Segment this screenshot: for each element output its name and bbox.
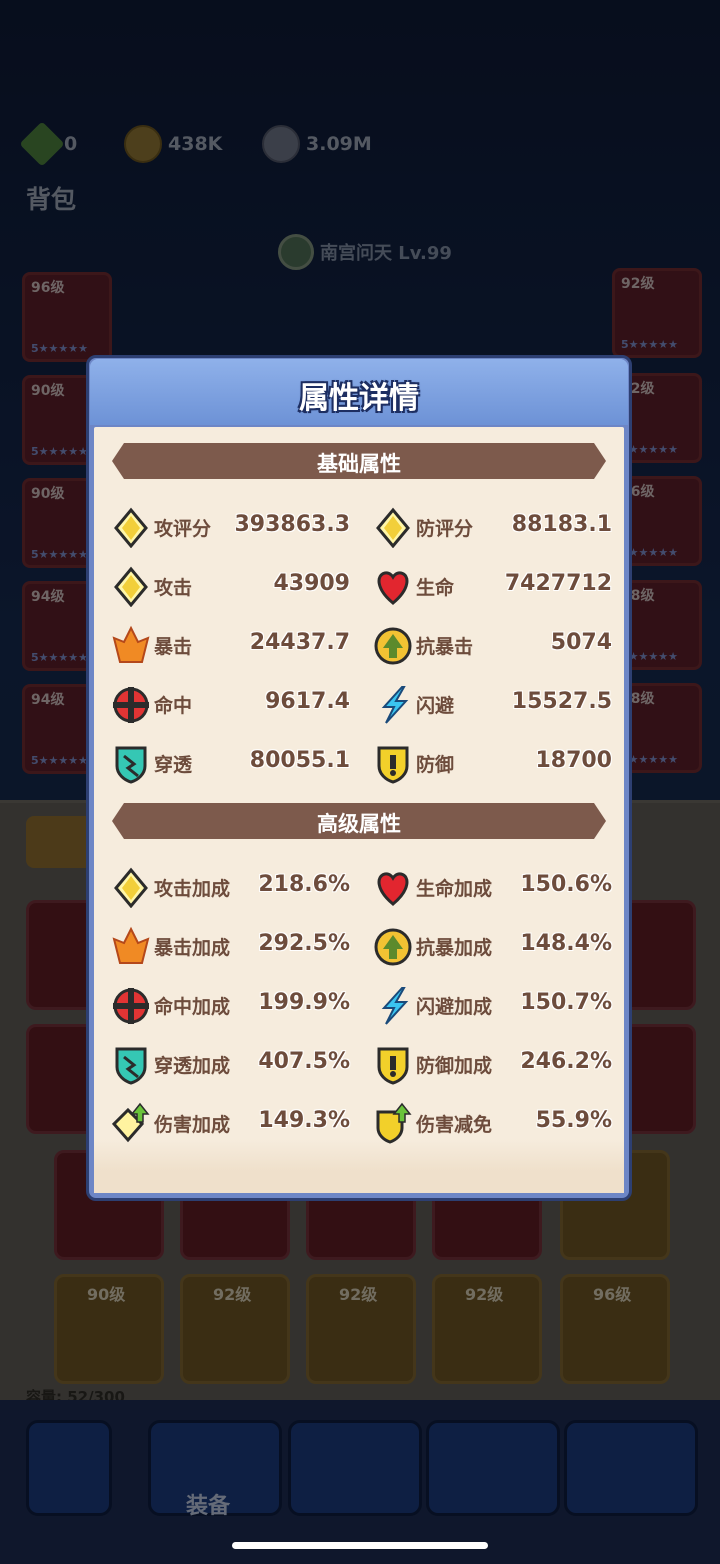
stat-value: 5074 <box>550 630 612 655</box>
stat-value: 148.4% <box>520 931 612 956</box>
crit-icon <box>110 624 152 666</box>
ground-decoration <box>94 1139 624 1193</box>
attack-icon <box>110 565 152 608</box>
stat-value: 7427712 <box>504 571 612 596</box>
stat-name: 攻评分 <box>154 518 212 540</box>
defense-icon <box>372 1043 414 1085</box>
stat-row: 防御 18700 <box>372 740 612 786</box>
stat-name: 暴击 <box>154 636 193 658</box>
stat-value: 149.3% <box>258 1108 350 1133</box>
stat-row: 伤害减免 55.9% <box>372 1100 612 1146</box>
stat-row: 攻击 43909 <box>110 563 350 609</box>
heart-life-icon <box>372 565 414 607</box>
stat-value: 88183.1 <box>511 512 612 537</box>
stat-row: 命中加成 199.9% <box>110 982 350 1028</box>
defense-icon <box>372 742 414 784</box>
stat-name: 闪避加成 <box>416 996 493 1018</box>
stat-row: 伤害加成 149.3% <box>110 1100 350 1146</box>
stat-value: 43909 <box>273 571 350 596</box>
stat-row: 闪避加成 150.7% <box>372 982 612 1028</box>
stat-value: 18700 <box>535 748 612 773</box>
advanced-attr-header: 高级属性 <box>317 812 401 836</box>
stat-name: 攻击加成 <box>154 878 231 900</box>
attack-icon <box>110 866 152 909</box>
stat-name: 抗暴加成 <box>416 937 493 959</box>
stat-value: 9617.4 <box>265 689 350 714</box>
stat-name: 命中 <box>154 695 193 717</box>
stat-value: 393863.3 <box>234 512 350 537</box>
stat-name: 伤害减免 <box>416 1114 493 1136</box>
stat-name: 防御加成 <box>416 1055 493 1077</box>
stat-row: 穿透 80055.1 <box>110 740 350 786</box>
stat-value: 407.5% <box>258 1049 350 1074</box>
basic-attr-header: 基础属性 <box>317 452 401 476</box>
stat-row: 命中 9617.4 <box>110 681 350 727</box>
dodge-icon <box>372 683 414 725</box>
anti-crit-icon <box>372 925 414 967</box>
stat-name: 穿透 <box>154 754 193 776</box>
stat-name: 防评分 <box>416 518 474 540</box>
stat-row: 暴击 24437.7 <box>110 622 350 668</box>
stat-row: 抗暴加成 148.4% <box>372 923 612 969</box>
stat-name: 生命 <box>416 577 455 599</box>
stat-name: 抗暴击 <box>416 636 474 658</box>
dialog-header: 属性详情 <box>90 359 628 425</box>
stat-row: 暴击加成 292.5% <box>110 923 350 969</box>
home-indicator <box>232 1542 488 1549</box>
stat-row: 攻评分 393863.3 <box>110 504 350 550</box>
stat-row: 抗暴击 5074 <box>372 622 612 668</box>
attribute-dialog: 属性详情 基础属性 高级属性 攻评分 393863.3 防评分 88183.1 攻击 43… <box>86 355 632 1201</box>
dialog-title: 属性详情 <box>299 381 419 416</box>
stat-value: 292.5% <box>258 931 350 956</box>
basic-attr-ribbon: 基础属性 <box>112 443 606 479</box>
anti-crit-icon <box>372 624 414 666</box>
stat-row: 生命 7427712 <box>372 563 612 609</box>
damage-bonus-icon <box>110 1102 152 1144</box>
pierce-icon <box>110 1043 152 1085</box>
stat-row: 闪避 15527.5 <box>372 681 612 727</box>
hit-icon <box>110 984 152 1026</box>
stat-row: 防御加成 246.2% <box>372 1041 612 1087</box>
hit-icon <box>110 683 152 725</box>
stat-row: 防评分 88183.1 <box>372 504 612 550</box>
stat-name: 命中加成 <box>154 996 231 1018</box>
stat-name: 攻击 <box>154 577 193 599</box>
stat-name: 闪避 <box>416 695 455 717</box>
pierce-icon <box>110 742 152 784</box>
stat-name: 防御 <box>416 754 455 776</box>
stat-value: 150.6% <box>520 872 612 897</box>
stat-name: 暴击加成 <box>154 937 231 959</box>
stat-value: 24437.7 <box>249 630 350 655</box>
damage-reduction-icon <box>372 1102 414 1144</box>
heart-life-icon <box>372 866 414 908</box>
stat-row: 生命加成 150.6% <box>372 864 612 910</box>
attack-rating-icon <box>110 506 152 549</box>
crit-icon <box>110 925 152 967</box>
stat-value: 150.7% <box>520 990 612 1015</box>
stat-name: 生命加成 <box>416 878 493 900</box>
stat-row: 穿透加成 407.5% <box>110 1041 350 1087</box>
stat-value: 246.2% <box>520 1049 612 1074</box>
advanced-attr-ribbon: 高级属性 <box>112 803 606 839</box>
stat-value: 80055.1 <box>249 748 350 773</box>
dodge-icon <box>372 984 414 1026</box>
defense-rating-icon <box>372 506 414 549</box>
stat-value: 199.9% <box>258 990 350 1015</box>
stat-name: 伤害加成 <box>154 1114 231 1136</box>
stat-value: 218.6% <box>258 872 350 897</box>
stat-value: 55.9% <box>535 1108 612 1133</box>
stat-row: 攻击加成 218.6% <box>110 864 350 910</box>
stat-value: 15527.5 <box>511 689 612 714</box>
stat-name: 穿透加成 <box>154 1055 231 1077</box>
